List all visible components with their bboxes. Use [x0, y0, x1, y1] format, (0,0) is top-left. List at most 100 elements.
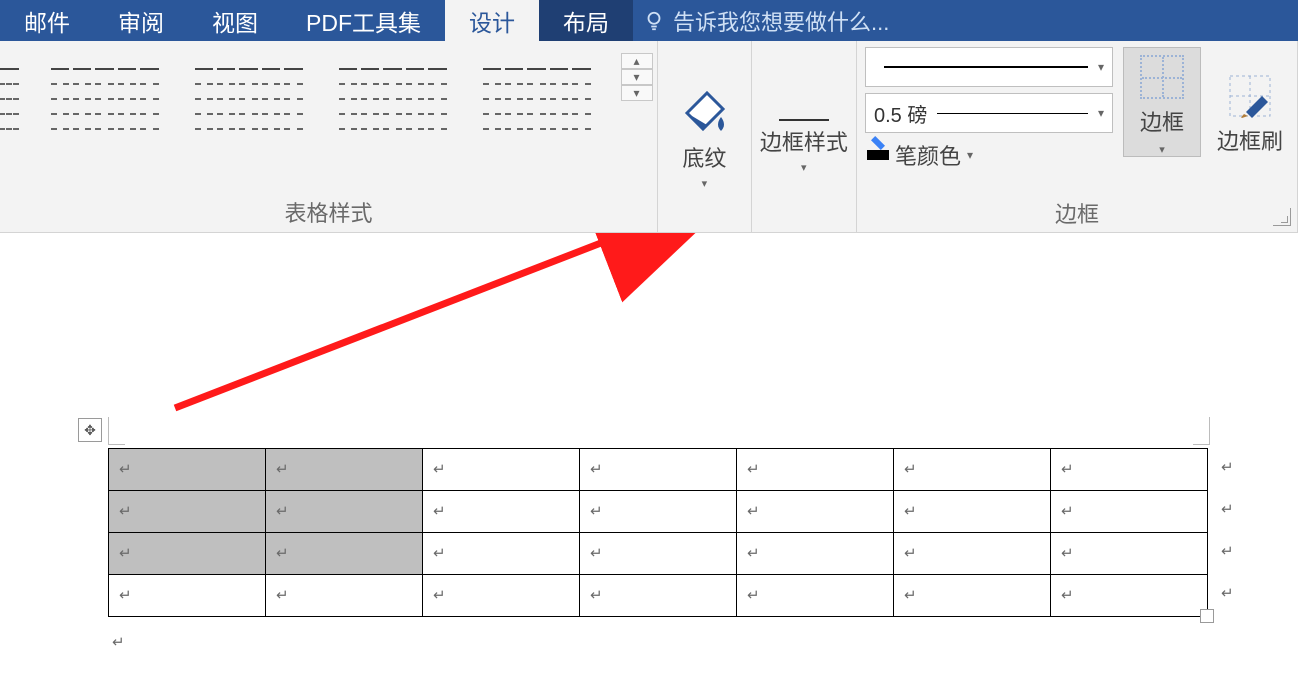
tab-design[interactable]: 设计	[445, 0, 539, 41]
tab-view[interactable]: 视图	[188, 0, 282, 41]
table-cell[interactable]: ↵	[266, 533, 423, 575]
table-style-option[interactable]	[333, 53, 453, 145]
table-cell[interactable]: ↵	[266, 449, 423, 491]
table-cell[interactable]: ↵	[1051, 575, 1208, 617]
gallery-scroll: ▴ ▾ ▾	[621, 53, 653, 101]
paragraph-mark: ↵	[119, 503, 132, 520]
line-weight-combo[interactable]: 0.5 磅 ▾	[865, 93, 1113, 133]
tab-mail[interactable]: 邮件	[0, 0, 94, 41]
table-cell[interactable]: ↵	[423, 449, 580, 491]
table-style-option[interactable]	[45, 53, 165, 145]
paragraph-mark: ↵	[112, 633, 125, 651]
tab-pdf[interactable]: PDF工具集	[282, 0, 445, 41]
paragraph-mark: ↵	[904, 461, 917, 478]
paragraph-mark: ↵	[747, 587, 760, 604]
paragraph-mark: ↵	[904, 503, 917, 520]
table-cell[interactable]: ↵	[737, 533, 894, 575]
paragraph-mark: ↵	[590, 503, 603, 520]
border-painter-icon	[1228, 74, 1272, 118]
tab-layout[interactable]: 布局	[539, 0, 633, 41]
group-label-borders: 边框	[865, 193, 1289, 232]
table-cell[interactable]: ↵	[109, 575, 266, 617]
gallery-more[interactable]: ▾	[622, 85, 653, 101]
group-borders: ▾ 0.5 磅 ▾ 笔颜色 ▾ 边框 ▾	[857, 41, 1298, 232]
paragraph-mark: ↵	[433, 461, 446, 478]
paragraph-mark: ↵	[747, 461, 760, 478]
group-shading: 底纹 ▾	[658, 41, 752, 232]
tell-me-search[interactable]: 告诉我您想要做什么...	[633, 0, 899, 41]
document-area[interactable]: ✥ ↵↵↵↵↵↵↵↵↵↵↵↵↵↵↵↵↵↵↵↵↵↵↵↵↵↵↵↵ ↵↵↵↵ ↵	[0, 233, 1298, 688]
chevron-down-icon: ▾	[760, 161, 848, 174]
table-extent-marks	[108, 417, 1210, 447]
table-cell[interactable]: ↵	[894, 533, 1051, 575]
border-painter-button[interactable]: 边框刷	[1211, 47, 1289, 157]
paragraph-mark: ↵	[119, 461, 132, 478]
tab-review[interactable]: 审阅	[94, 0, 188, 41]
table-cell[interactable]: ↵	[109, 491, 266, 533]
line-style-combo[interactable]: ▾	[865, 47, 1113, 87]
paragraph-mark: ↵	[119, 545, 132, 562]
pen-color-label: 笔颜色	[895, 139, 961, 171]
table-cell[interactable]: ↵	[580, 449, 737, 491]
line-style-preview-icon	[884, 66, 1088, 68]
table-styles-gallery[interactable]: ▴ ▾ ▾	[0, 41, 661, 192]
table-cell[interactable]: ↵	[580, 491, 737, 533]
table-cell[interactable]: ↵	[737, 575, 894, 617]
table-resize-handle[interactable]	[1200, 609, 1214, 623]
table-cell[interactable]: ↵	[580, 575, 737, 617]
row-end-mark: ↵	[1221, 542, 1234, 560]
table-cell[interactable]: ↵	[894, 575, 1051, 617]
paragraph-mark: ↵	[747, 503, 760, 520]
paragraph-mark: ↵	[590, 587, 603, 604]
table-cell[interactable]: ↵	[894, 491, 1051, 533]
table-cell[interactable]: ↵	[266, 575, 423, 617]
document-table[interactable]: ↵↵↵↵↵↵↵↵↵↵↵↵↵↵↵↵↵↵↵↵↵↵↵↵↵↵↵↵	[108, 448, 1208, 617]
dialog-launcher-icon[interactable]	[1273, 208, 1291, 226]
table-cell[interactable]: ↵	[580, 533, 737, 575]
table-cell[interactable]: ↵	[737, 491, 894, 533]
table-cell[interactable]: ↵	[423, 575, 580, 617]
paragraph-mark: ↵	[276, 545, 289, 562]
paragraph-mark: ↵	[904, 545, 917, 562]
table-cell[interactable]: ↵	[894, 449, 1051, 491]
paragraph-mark: ↵	[433, 503, 446, 520]
table-style-option[interactable]	[0, 53, 21, 145]
table-move-handle[interactable]: ✥	[78, 418, 102, 442]
paragraph-mark: ↵	[747, 545, 760, 562]
paragraph-mark: ↵	[276, 587, 289, 604]
table-style-option[interactable]	[189, 53, 309, 145]
group-table-styles: ▴ ▾ ▾ 表格样式	[0, 41, 658, 232]
paragraph-mark: ↵	[904, 587, 917, 604]
table-cell[interactable]: ↵	[423, 533, 580, 575]
table-cell[interactable]: ↵	[109, 533, 266, 575]
pen-color-swatch-icon	[867, 150, 889, 160]
table-cell[interactable]: ↵	[1051, 491, 1208, 533]
table-cell[interactable]: ↵	[109, 449, 266, 491]
paragraph-mark: ↵	[276, 503, 289, 520]
table-wrapper: ✥ ↵↵↵↵↵↵↵↵↵↵↵↵↵↵↵↵↵↵↵↵↵↵↵↵↵↵↵↵ ↵↵↵↵	[108, 448, 1208, 617]
group-border-style: 边框样式 ▾	[752, 41, 857, 232]
row-end-mark: ↵	[1221, 500, 1234, 518]
table-cell[interactable]: ↵	[423, 491, 580, 533]
table-style-option[interactable]	[477, 53, 597, 145]
table-cell[interactable]: ↵	[266, 491, 423, 533]
table-cell[interactable]: ↵	[1051, 533, 1208, 575]
table-cell[interactable]: ↵	[737, 449, 894, 491]
paragraph-mark: ↵	[276, 461, 289, 478]
borders-button[interactable]: 边框 ▾	[1123, 47, 1201, 157]
gallery-scroll-up[interactable]: ▴	[622, 53, 653, 69]
border-style-button[interactable]: 边框样式 ▾	[760, 41, 848, 232]
chevron-down-icon: ▾	[677, 177, 731, 190]
shading-button[interactable]: 底纹 ▾	[677, 41, 731, 232]
chevron-down-icon: ▾	[1098, 106, 1104, 120]
paragraph-mark: ↵	[1061, 587, 1074, 604]
paragraph-mark: ↵	[590, 461, 603, 478]
paragraph-mark: ↵	[119, 587, 132, 604]
shading-label: 底纹	[682, 141, 726, 173]
line-weight-preview-icon	[937, 113, 1088, 114]
gallery-scroll-down[interactable]: ▾	[622, 69, 653, 85]
table-cell[interactable]: ↵	[1051, 449, 1208, 491]
line-weight-value: 0.5 磅	[874, 99, 927, 128]
pen-color-button[interactable]: 笔颜色 ▾	[865, 139, 1113, 171]
ribbon-tabs: 邮件 审阅 视图 PDF工具集 设计 布局 告诉我您想要做什么...	[0, 0, 1298, 41]
